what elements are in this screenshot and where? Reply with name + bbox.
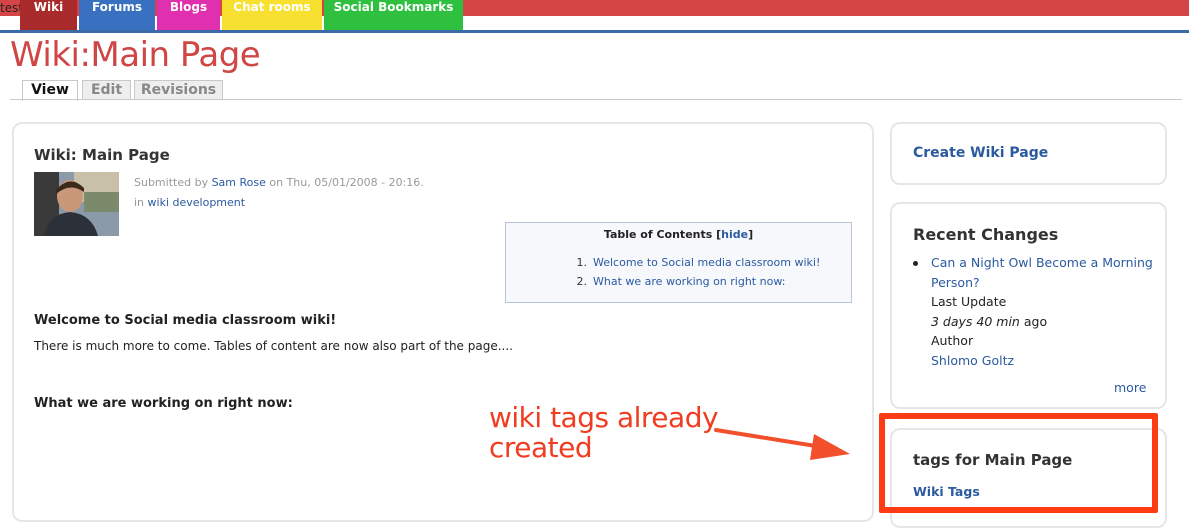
nav-chat-rooms-label: Chat rooms [233, 0, 311, 14]
toc-item: 2. What we are working on right now: [567, 275, 786, 288]
page-title: Wiki:Main Page [10, 35, 261, 75]
nav-wiki[interactable]: Wiki [20, 0, 77, 30]
in-prefix: in [134, 196, 145, 209]
toc-title-text: Table of Contents [603, 228, 713, 241]
section-paragraph: There is much more to come. Tables of co… [34, 339, 513, 353]
tab-view[interactable]: View [22, 80, 78, 101]
last-update-suffix: ago [1023, 313, 1048, 329]
category-link[interactable]: wiki development [148, 196, 246, 209]
nav-forums-label: Forums [91, 0, 143, 14]
section-heading-working-on: What we are working on right now: [34, 396, 293, 411]
annotation-arrow-icon [714, 428, 850, 460]
bullet [913, 261, 918, 266]
more-link[interactable]: more [1114, 380, 1146, 395]
nav-blogs[interactable]: Blogs [157, 0, 220, 30]
recent-changes-list: Can a Night Owl Become a Morning Person?… [913, 253, 1163, 370]
author-avatar [34, 172, 119, 236]
toc-item-number: 1. [576, 256, 588, 269]
nav-wiki-label: Wiki [33, 0, 64, 14]
tab-revisions-label: Revisions [140, 82, 217, 98]
annotation-text: wiki tags already created [489, 401, 719, 464]
tab-edit-label: Edit [90, 82, 123, 98]
create-wiki-page-link[interactable]: Create Wiki Page [913, 145, 1048, 161]
tab-view-label: View [31, 82, 69, 98]
annotation-line-2: created [489, 431, 593, 464]
tab-revisions[interactable]: Revisions [134, 80, 223, 100]
table-of-contents: Table of Contents [hide] 1. Welcome to So… [505, 222, 852, 303]
recent-item-body: Can a Night Owl Become a Morning Person?… [913, 253, 1163, 370]
recent-changes-title: Recent Changes [913, 225, 1059, 244]
annotation-highlight-box [879, 413, 1158, 513]
toc-hide-link[interactable]: hide [721, 228, 748, 241]
recent-author-link[interactable]: Shlomo Goltz [931, 353, 1014, 368]
nav-underline [0, 30, 1189, 33]
submitted-prefix: Submitted by [134, 176, 209, 189]
toc-hide-close: ] [748, 228, 754, 241]
recent-item-link[interactable]: Can a Night Owl Become a Morning Person? [931, 255, 1153, 290]
list-item: Can a Night Owl Become a Morning Person?… [913, 253, 1163, 370]
nav-forums[interactable]: Forums [79, 0, 155, 30]
last-update-value: 3 days 40 min [931, 313, 1020, 329]
avatar-photo [34, 172, 119, 236]
author-label: Author [931, 333, 974, 348]
content-title: Wiki: Main Page [34, 146, 170, 164]
nav-chat-rooms[interactable]: Chat rooms [222, 0, 322, 30]
category-line: in wiki development [134, 196, 245, 209]
annotation-line-1: wiki tags already [489, 401, 719, 434]
submitted-date: on Thu, 05/01/2008 - 20:16. [269, 176, 424, 189]
tab-edit[interactable]: Edit [82, 80, 131, 100]
tabs-divider [10, 99, 1182, 100]
nav-blogs-label: Blogs [169, 0, 208, 14]
toc-item: 1. Welcome to Social media classroom wiki… [567, 256, 821, 269]
toc-item-link[interactable]: Welcome to Social media classroom wiki! [593, 256, 820, 269]
toc-item-number: 2. [576, 275, 588, 288]
author-link[interactable]: Sam Rose [212, 176, 266, 189]
submitted-line: Submitted by Sam Rose on Thu, 05/01/2008… [134, 176, 424, 189]
nav-social-bookmarks-label: Social Bookmarks [333, 0, 454, 14]
last-update-label: Last Update [931, 294, 1007, 309]
toc-item-link[interactable]: What we are working on right now: [593, 275, 785, 288]
toc-title: Table of Contents [hide] [506, 228, 851, 241]
section-heading-welcome: Welcome to Social media classroom wiki! [34, 313, 337, 328]
nav-social-bookmarks[interactable]: Social Bookmarks [324, 0, 463, 30]
